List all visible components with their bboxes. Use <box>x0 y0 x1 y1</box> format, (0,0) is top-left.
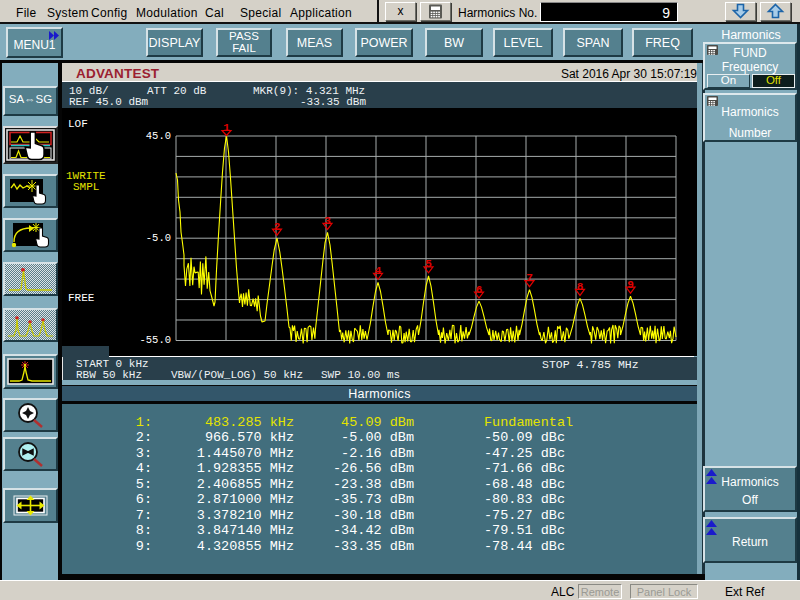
svg-text:2: 2 <box>274 221 281 233</box>
svg-text:9: 9 <box>627 279 634 291</box>
svg-text:6: 6 <box>476 284 483 296</box>
svg-text:7: 7 <box>526 272 533 284</box>
